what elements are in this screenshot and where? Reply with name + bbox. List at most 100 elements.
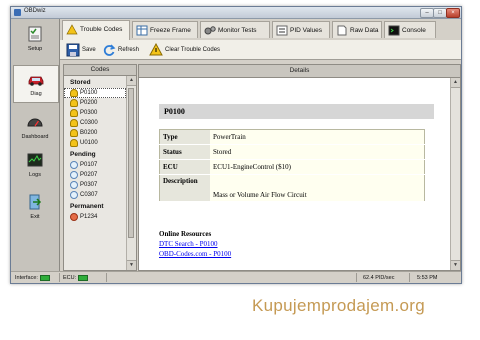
row-value: Mass or Volume Air Flow Circuit: [210, 174, 425, 202]
row-key: Description: [159, 174, 210, 202]
tab-label: Monitor Tests: [218, 27, 257, 34]
table-row: ECU ECU1-EngineControl ($10): [159, 159, 425, 175]
code-item[interactable]: P0100: [64, 88, 126, 98]
scroll-down-arrow[interactable]: ▼: [127, 260, 136, 270]
clear-trouble-codes-button[interactable]: Clear Trouble Codes: [149, 43, 220, 57]
section-pending: Pending: [70, 151, 96, 158]
codes-panel: Codes Stored P0100 P0200 P0300 C0300 B0200 U0…: [63, 64, 137, 271]
document-icon: [337, 25, 347, 36]
details-scrollbar[interactable]: ▲ ▼: [450, 78, 460, 270]
app-icon: [14, 9, 21, 16]
code-label: P1234: [80, 214, 98, 220]
row-key: ECU: [159, 159, 210, 175]
details-header: Details: [139, 65, 460, 78]
codes-header: Codes: [64, 65, 136, 76]
toolbar: Save Refresh Clear Trouble Codes: [60, 40, 461, 60]
code-item[interactable]: U0100: [64, 138, 126, 148]
ecu-led: [78, 274, 89, 281]
code-label: C0307: [80, 192, 98, 198]
table-row: Description Mass or Volume Air Flow Circu…: [159, 174, 425, 202]
code-item[interactable]: P0200: [64, 98, 126, 108]
code-label: P0100: [80, 90, 98, 96]
details-content: P0100 Type PowerTrain Status Stored ECU ECU…: [139, 78, 451, 270]
scroll-up-arrow[interactable]: ▲: [451, 78, 460, 88]
pending-icon: [70, 161, 78, 169]
online-resources-heading: Online Resources: [159, 230, 212, 238]
obd-codes-link[interactable]: OBD-Codes.com - P0100: [159, 250, 231, 258]
ecu-status: ECU:: [63, 274, 89, 282]
save-button[interactable]: Save: [66, 43, 96, 57]
sidebar-item-setup[interactable]: Setup: [13, 21, 57, 57]
pending-icon: [70, 181, 78, 189]
close-button[interactable]: ×: [446, 8, 460, 18]
codes-scrollbar[interactable]: ▲ ▼: [126, 76, 136, 270]
car-icon: [28, 76, 44, 86]
sidebar-item-exit[interactable]: Exit: [13, 189, 57, 225]
warning-icon: [66, 24, 78, 35]
warning-icon: [70, 139, 78, 147]
tab-console[interactable]: Console: [384, 21, 436, 38]
sidebar-item-logs[interactable]: Logs: [13, 147, 57, 183]
row-value: PowerTrain: [210, 129, 425, 145]
ecu-label: ECU:: [63, 275, 77, 281]
minimize-button[interactable]: –: [420, 8, 434, 18]
code-item[interactable]: P1234: [64, 212, 126, 222]
warning-icon: [70, 119, 78, 127]
tab-pid-values[interactable]: PID Values: [272, 21, 330, 38]
chart-icon: [27, 153, 43, 167]
maximize-button[interactable]: □: [433, 8, 447, 18]
tab-monitor-tests[interactable]: Monitor Tests: [200, 21, 270, 38]
scroll-up-arrow[interactable]: ▲: [127, 76, 136, 86]
code-label: P0300: [80, 110, 98, 116]
code-item[interactable]: C0300: [64, 118, 126, 128]
sidebar-item-label: Setup: [27, 46, 43, 52]
table-row: Status Stored: [159, 144, 425, 160]
scroll-down-arrow[interactable]: ▼: [451, 260, 460, 270]
app-window: OBDwiz – □ × Setup Diag Dashboard Logs E…: [10, 6, 462, 284]
code-item[interactable]: P0207: [64, 170, 126, 180]
selected-code-title: P0100: [159, 104, 434, 119]
watermark-text: Kupujemprodajem.org: [252, 296, 425, 315]
interface-status: Interface:: [15, 274, 50, 282]
row-key: Type: [159, 129, 210, 145]
checklist-icon: [28, 26, 42, 42]
row-key: Status: [159, 144, 210, 160]
tab-trouble-codes[interactable]: Trouble Codes: [62, 20, 130, 40]
pid-rate: 62.4 PID/sec: [363, 275, 395, 281]
tab-label: Console: [402, 27, 426, 34]
sidebar-item-label: Dashboard: [21, 134, 49, 140]
code-label: U0100: [80, 140, 98, 146]
code-item[interactable]: C0307: [64, 190, 126, 200]
sidebar-item-label: Exit: [30, 214, 40, 220]
refresh-button[interactable]: Refresh: [102, 43, 139, 57]
warning-icon: [70, 109, 78, 117]
warning-icon: [70, 99, 78, 107]
code-label: P0107: [80, 162, 98, 168]
pending-icon: [70, 171, 78, 179]
status-bar: Interface: ECU: 62.4 PID/sec 5:53 PM: [11, 271, 461, 283]
pending-icon: [70, 191, 78, 199]
sidebar: Setup Diag Dashboard Logs Exit: [11, 19, 60, 271]
tab-raw-data[interactable]: Raw Data: [332, 21, 382, 38]
list-icon: [276, 25, 288, 36]
tab-label: Trouble Codes: [80, 26, 123, 33]
codes-list: Stored P0100 P0200 P0300 C0300 B0200 U0100 Pe…: [64, 76, 126, 270]
warning-icon: [70, 89, 78, 97]
save-label: Save: [82, 47, 96, 53]
floppy-icon: [66, 43, 80, 57]
scroll-thumb[interactable]: [128, 88, 134, 238]
clear-label: Clear Trouble Codes: [165, 47, 221, 53]
warning-icon: [149, 43, 163, 56]
sidebar-item-diag[interactable]: Diag: [13, 65, 59, 103]
code-item[interactable]: P0307: [64, 180, 126, 190]
tab-label: Raw Data: [350, 27, 379, 34]
dtc-search-link[interactable]: DTC Search - P0100: [159, 240, 218, 248]
code-item[interactable]: P0300: [64, 108, 126, 118]
code-item[interactable]: B0200: [64, 128, 126, 138]
sidebar-item-dashboard[interactable]: Dashboard: [13, 109, 57, 145]
exit-door-icon: [29, 194, 42, 210]
tab-freeze-frame[interactable]: Freeze Frame: [132, 21, 198, 38]
interface-led: [39, 274, 50, 281]
permanent-icon: [70, 213, 78, 221]
code-item[interactable]: P0107: [64, 160, 126, 170]
